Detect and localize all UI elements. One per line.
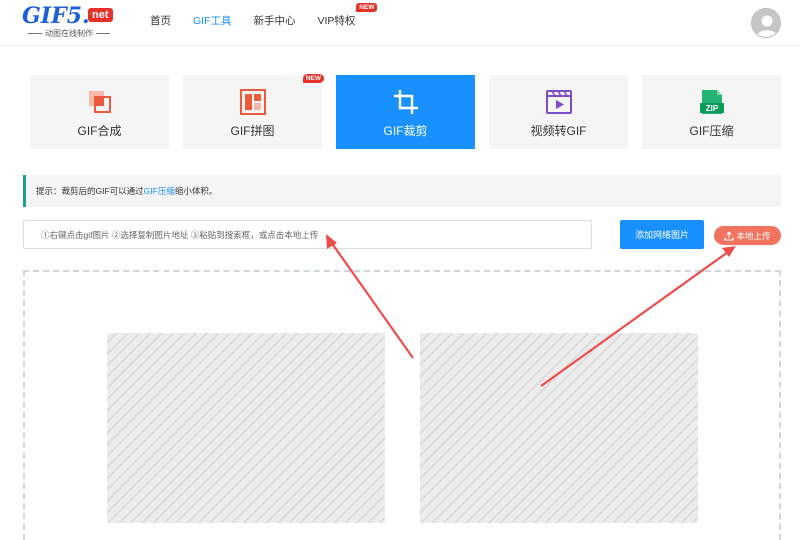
tip-link-gif-compress[interactable]: GIF压缩 [144, 186, 175, 196]
tool-card-label: GIF拼图 [230, 124, 275, 138]
tool-card-video-to-gif[interactable]: 视频转GIF [489, 75, 628, 149]
tool-card-gif-collage[interactable]: GIF拼图 NEW [183, 74, 324, 149]
gif-collage-icon [239, 89, 266, 115]
site-logo[interactable]: GIF5. net 动图在线制作 [22, 3, 122, 41]
tool-card-label: GIF合成 [77, 124, 122, 138]
upload-local-label: 本地上传 [736, 230, 771, 241]
tip-prefix: 提示：裁剪后的GIF可以通过 [36, 186, 144, 196]
upload-icon [724, 230, 735, 241]
add-network-image-button[interactable]: 添加网络图片 [620, 220, 704, 249]
video-to-gif-icon [545, 90, 572, 114]
main-nav: 首页 GIF工具 新手中心 VIP特权 NEW [150, 0, 378, 40]
tool-card-gif-merge[interactable]: GIF合成 [30, 75, 169, 149]
tool-card-gif-crop[interactable]: GIF裁剪 [336, 75, 475, 149]
nav-item-vip-label: VIP特权 [317, 14, 356, 27]
zip-icon-text: ZIP [705, 104, 718, 113]
logo-tagline: 动图在线制作 [22, 28, 116, 39]
image-drop-area[interactable] [23, 270, 781, 540]
tip-suffix: 缩小体积。 [174, 186, 218, 196]
upload-local-button[interactable]: 本地上传 [714, 226, 781, 245]
page: GIF5. net 动图在线制作 首页 GIF工具 新手中心 VIP特权 NEW [0, 0, 800, 540]
source-image-placeholder [107, 333, 385, 523]
nav-item-vip[interactable]: VIP特权 NEW [317, 2, 378, 28]
new-badge: NEW [302, 74, 324, 83]
new-badge: NEW [356, 2, 378, 12]
logo-text: GIF5. [22, 3, 90, 29]
tool-card-label: 视频转GIF [530, 124, 587, 138]
result-image-placeholder [420, 333, 698, 523]
zip-icon: ZIP [699, 90, 724, 114]
crop-icon [393, 90, 418, 114]
nav-item-home[interactable]: 首页 [150, 13, 171, 28]
tool-card-label: GIF压缩 [689, 124, 734, 138]
gif-merge-icon [88, 91, 111, 113]
image-url-input[interactable] [23, 220, 592, 249]
tool-card-label: GIF裁剪 [383, 124, 428, 138]
user-avatar-icon[interactable] [751, 8, 781, 38]
nav-item-gif-tools[interactable]: GIF工具 [193, 13, 232, 28]
top-header: GIF5. net 动图在线制作 首页 GIF工具 新手中心 VIP特权 NEW [0, 0, 800, 46]
tip-bar: 提示：裁剪后的GIF可以通过GIF压缩缩小体积。 [23, 175, 781, 207]
nav-item-beginner-center[interactable]: 新手中心 [254, 13, 296, 28]
tool-card-gif-compress[interactable]: ZIP GIF压缩 [642, 75, 781, 149]
logo-net-badge: net [88, 8, 113, 22]
